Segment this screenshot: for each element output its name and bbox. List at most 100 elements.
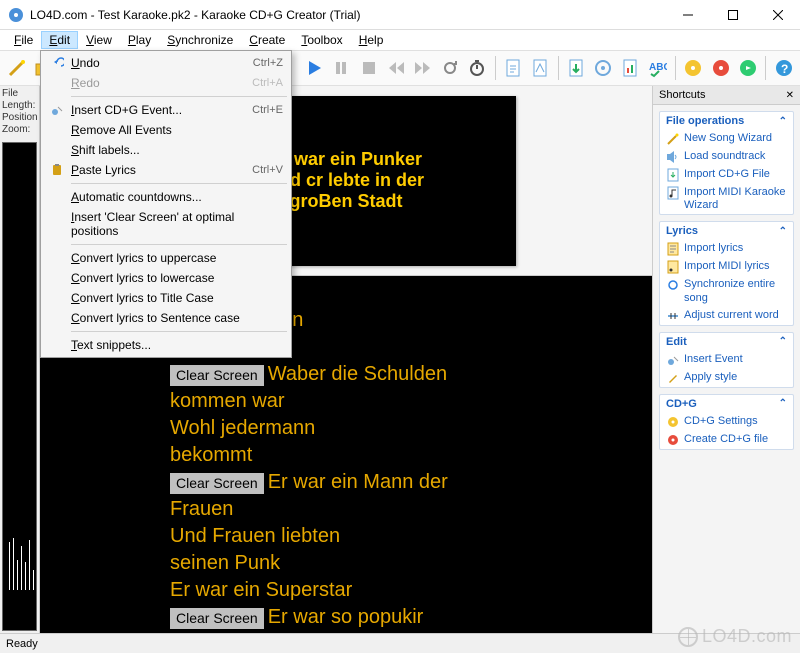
shortcut-item[interactable]: Apply style — [660, 369, 793, 387]
import-lyr-icon — [666, 242, 680, 256]
report-button[interactable] — [618, 54, 643, 82]
menu-item-convert-lyrics-to-sentence-case[interactable]: Convert lyrics to Sentence case — [43, 308, 289, 328]
clear-screen-tag[interactable]: Clear Screen — [170, 365, 264, 386]
menu-item-label: Text snippets... — [71, 338, 283, 352]
left-label: Position — [2, 112, 37, 124]
timeline-track[interactable] — [2, 142, 37, 631]
menu-play[interactable]: Play — [120, 31, 159, 49]
menu-create[interactable]: Create — [241, 31, 293, 49]
minimize-button[interactable] — [665, 0, 710, 30]
close-button[interactable] — [755, 0, 800, 30]
shortcut-item[interactable]: Import MIDI Karaoke Wizard — [660, 184, 793, 214]
shortcut-item[interactable]: New Song Wizard — [660, 130, 793, 148]
maximize-button[interactable] — [710, 0, 755, 30]
shortcut-item[interactable]: Synchronize entire song — [660, 276, 793, 306]
help-button[interactable]: ? — [771, 54, 796, 82]
menu-item-label: Paste Lyrics — [71, 163, 240, 177]
import-icon — [666, 168, 680, 182]
clear-screen-tag[interactable]: Clear Screen — [170, 608, 264, 629]
menu-item-label: Convert lyrics to Title Case — [71, 291, 283, 305]
lyric-line[interactable]: Clear ScreenEr war so popukir — [170, 604, 652, 631]
lyric-text: Er war ein Mann der — [268, 471, 448, 493]
menu-item-undo[interactable]: UndoCtrl+Z — [43, 53, 289, 73]
menu-item-convert-lyrics-to-title-case[interactable]: Convert lyrics to Title Case — [43, 288, 289, 308]
menu-item-insert-cd-g-event-[interactable]: Insert CD+G Event...Ctrl+E — [43, 100, 289, 120]
shortcut-group-header[interactable]: File operations⌃ — [660, 112, 793, 130]
shortcut-item[interactable]: Import CD+G File — [660, 166, 793, 184]
event-icon — [666, 353, 680, 367]
shortcut-item[interactable]: Insert Event — [660, 351, 793, 369]
menu-item-automatic-countdowns-[interactable]: Automatic countdowns... — [43, 187, 289, 207]
disc-c-button[interactable] — [735, 54, 760, 82]
forward-button[interactable] — [410, 54, 435, 82]
menu-separator — [71, 183, 287, 184]
stop-button[interactable] — [356, 54, 381, 82]
lyric-line[interactable]: bekommt — [170, 442, 652, 469]
play-button[interactable] — [302, 54, 327, 82]
lyric-line[interactable]: kommen war — [170, 388, 652, 415]
lyric-line[interactable]: Und Frauen liebten — [170, 523, 652, 550]
lyric-line[interactable]: Er war so exciting — [170, 631, 652, 633]
export-button[interactable] — [564, 54, 589, 82]
menu-item-convert-lyrics-to-uppercase[interactable]: Convert lyrics to uppercase — [43, 248, 289, 268]
spellcheck-button[interactable]: ABC — [645, 54, 670, 82]
clear-screen-tag[interactable]: Clear Screen — [170, 473, 264, 494]
menu-item-convert-lyrics-to-lowercase[interactable]: Convert lyrics to lowercase — [43, 268, 289, 288]
menu-item-insert-clear-screen-at-optimal-positions[interactable]: Insert 'Clear Screen' at optimal positio… — [43, 207, 289, 241]
loop-button[interactable] — [437, 54, 462, 82]
lyric-line[interactable]: Wohl jedermann — [170, 415, 652, 442]
undo-icon — [47, 56, 67, 70]
lyric-line[interactable]: Frauen — [170, 496, 652, 523]
menu-help[interactable]: Help — [351, 31, 392, 49]
left-info-labels: FileLength:PositionZoom: — [2, 88, 37, 136]
menu-item-accel: Ctrl+A — [252, 77, 283, 89]
shortcut-item[interactable]: Load soundtrack — [660, 148, 793, 166]
menu-item-text-snippets-[interactable]: Text snippets... — [43, 335, 289, 355]
separator — [495, 56, 496, 80]
menu-item-label: Automatic countdowns... — [71, 190, 283, 204]
lyric-line[interactable]: seinen Punk — [170, 550, 652, 577]
doc-b-button[interactable] — [528, 54, 553, 82]
shortcut-item-label: Adjust current word — [684, 309, 787, 322]
shortcuts-header: Shortcuts ✕ — [653, 86, 800, 105]
preview-line: Er war ein Punker — [270, 149, 422, 170]
shortcut-group-header[interactable]: Edit⌃ — [660, 333, 793, 351]
shortcut-item[interactable]: Import lyrics — [660, 240, 793, 258]
menu-item-label: Convert lyrics to uppercase — [71, 251, 283, 265]
shortcut-item[interactable]: Import MIDI lyrics — [660, 258, 793, 276]
shortcut-item-label: Import MIDI lyrics — [684, 260, 787, 273]
lyric-text: Wohl jedermann — [170, 417, 315, 439]
menu-toolbox[interactable]: Toolbox — [293, 31, 350, 49]
disc-a-button[interactable] — [681, 54, 706, 82]
doc-a-button[interactable] — [500, 54, 525, 82]
menu-item-label: Convert lyrics to Sentence case — [71, 311, 283, 325]
menu-item-remove-all-events[interactable]: Remove All Events — [43, 120, 289, 140]
timer-button[interactable] — [464, 54, 489, 82]
rewind-button[interactable] — [383, 54, 408, 82]
wizard-button[interactable] — [4, 54, 29, 82]
lyric-line[interactable]: Clear ScreenWaber die Schulden — [170, 361, 652, 388]
shortcut-group-header[interactable]: CD+G⌃ — [660, 395, 793, 413]
shortcut-group: Edit⌃Insert EventApply style — [659, 332, 794, 388]
shortcut-item[interactable]: CD+G Settings — [660, 413, 793, 431]
chevron-up-icon: ⌃ — [779, 398, 787, 409]
menu-edit[interactable]: Edit — [41, 31, 78, 49]
menu-item-shift-labels-[interactable]: Shift labels... — [43, 140, 289, 160]
panel-close-icon[interactable]: ✕ — [786, 90, 794, 101]
shortcut-item[interactable]: Adjust current word — [660, 307, 793, 325]
shortcut-item[interactable]: Create CD+G file — [660, 431, 793, 449]
settings-button[interactable] — [591, 54, 616, 82]
menu-item-paste-lyrics[interactable]: Paste LyricsCtrl+V — [43, 160, 289, 180]
settings-icon — [666, 415, 680, 429]
pause-button[interactable] — [329, 54, 354, 82]
wand-icon — [666, 132, 680, 146]
lyric-line[interactable]: Er war ein Superstar — [170, 577, 652, 604]
lyric-line[interactable]: Clear ScreenEr war ein Mann der — [170, 469, 652, 496]
disc-b-button[interactable] — [708, 54, 733, 82]
menu-view[interactable]: View — [78, 31, 120, 49]
shortcut-group-header[interactable]: Lyrics⌃ — [660, 222, 793, 240]
menu-synchronize[interactable]: Synchronize — [159, 31, 241, 49]
menu-file[interactable]: File — [6, 31, 41, 49]
shortcut-item-label: New Song Wizard — [684, 132, 787, 145]
shortcut-item-label: Synchronize entire song — [684, 278, 787, 304]
